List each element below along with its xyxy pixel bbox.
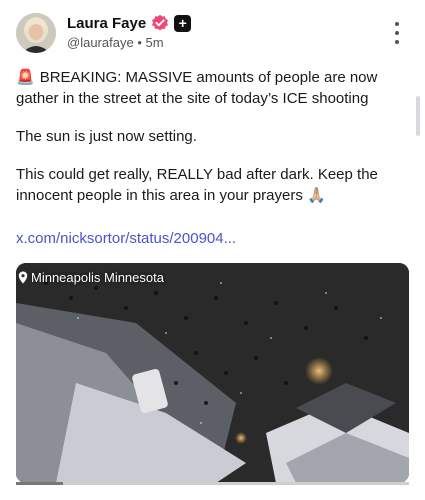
video-progress-fill bbox=[16, 482, 64, 485]
plus-badge: + bbox=[174, 14, 192, 32]
more-vertical-icon[interactable] bbox=[390, 22, 404, 44]
post-paragraph-3: This could get really, REALLY bad after … bbox=[16, 164, 411, 206]
video-progress-bar[interactable] bbox=[16, 482, 409, 485]
post-paragraph-2: The sun is just now setting. bbox=[16, 128, 197, 145]
verified-badge-icon bbox=[151, 14, 169, 32]
author-row: Laura Faye + bbox=[67, 14, 192, 32]
post-body: 🚨 BREAKING: MASSIVE amounts of people are… bbox=[16, 67, 411, 223]
location-pin-icon bbox=[18, 271, 28, 284]
avatar[interactable] bbox=[16, 13, 56, 53]
scrollbar-thumb[interactable] bbox=[416, 96, 420, 136]
post-meta: @laurafaye • 5m bbox=[67, 35, 164, 50]
post-card: Laura Faye + @laurafaye • 5m 🚨 BREAKING: … bbox=[0, 0, 425, 500]
author-handle[interactable]: @laurafaye bbox=[67, 35, 134, 50]
siren-emoji: 🚨 bbox=[16, 69, 35, 86]
meta-separator: • bbox=[137, 35, 142, 50]
post-link[interactable]: x.com/nicksortor/status/200904... bbox=[16, 230, 236, 247]
author-name[interactable]: Laura Faye bbox=[67, 15, 146, 32]
video-location-overlay: Minneapolis Minnesota bbox=[18, 270, 164, 285]
location-label: Minneapolis Minnesota bbox=[31, 270, 164, 285]
paragraph-1-text: BREAKING: MASSIVE amounts of people are … bbox=[16, 69, 378, 107]
media-video[interactable] bbox=[16, 263, 409, 483]
post-paragraph-1: 🚨 BREAKING: MASSIVE amounts of people are… bbox=[16, 67, 411, 109]
post-time[interactable]: 5m bbox=[146, 35, 164, 50]
prayer-emoji: 🙏🏼 bbox=[307, 187, 326, 204]
